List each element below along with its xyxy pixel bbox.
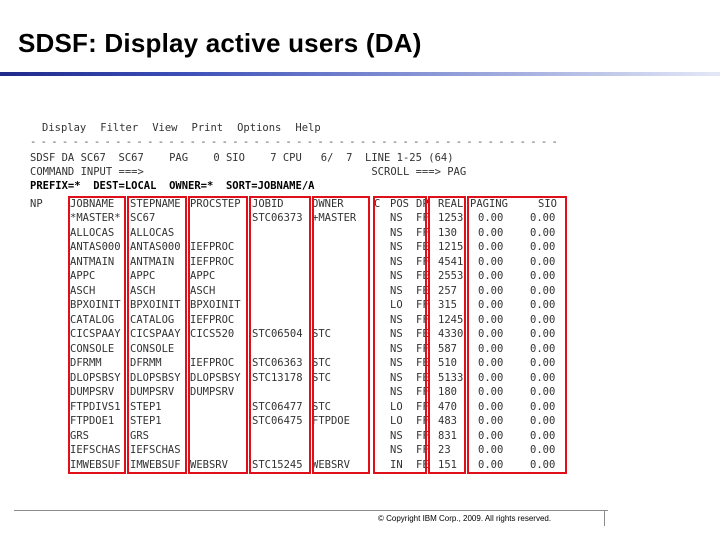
- highlight-jobid: [249, 196, 311, 474]
- footer-rule: [14, 510, 608, 511]
- menu-help[interactable]: Help: [295, 122, 320, 134]
- menu-display[interactable]: Display: [42, 122, 86, 134]
- highlight-real: [428, 196, 466, 474]
- highlight-owner: [312, 196, 370, 474]
- slide-title: SDSF: Display active users (DA): [18, 28, 422, 58]
- menu-filter[interactable]: Filter: [100, 122, 138, 134]
- menu-bar: Display Filter View Print Options Help: [42, 122, 402, 134]
- menu-print[interactable]: Print: [192, 122, 224, 134]
- status-line: SDSF DA SC67 SC67 PAG 0 SIO 7 CPU 6/ 7 L…: [30, 152, 454, 164]
- highlight-procstep: [188, 196, 248, 474]
- menu-options[interactable]: Options: [237, 122, 281, 134]
- command-input[interactable]: COMMAND INPUT ===> SCROLL ===> PAG: [30, 166, 466, 178]
- copyright-notice: © Copyright IBM Corp., 2009. All rights …: [378, 514, 552, 523]
- highlight-paging-sio: [467, 196, 567, 474]
- highlight-jobname: [68, 196, 126, 474]
- highlight-stepname: [127, 196, 187, 474]
- title-rule: [0, 72, 720, 76]
- footer-tick: [604, 510, 605, 526]
- separator-line: - - - - - - - - - - - - - - - - - - - - …: [30, 136, 560, 148]
- header-np[interactable]: NP: [30, 198, 43, 210]
- filter-line: PREFIX=* DEST=LOCAL OWNER=* SORT=JOBNAME…: [30, 180, 315, 192]
- highlight-pos: [373, 196, 427, 474]
- menu-view[interactable]: View: [152, 122, 177, 134]
